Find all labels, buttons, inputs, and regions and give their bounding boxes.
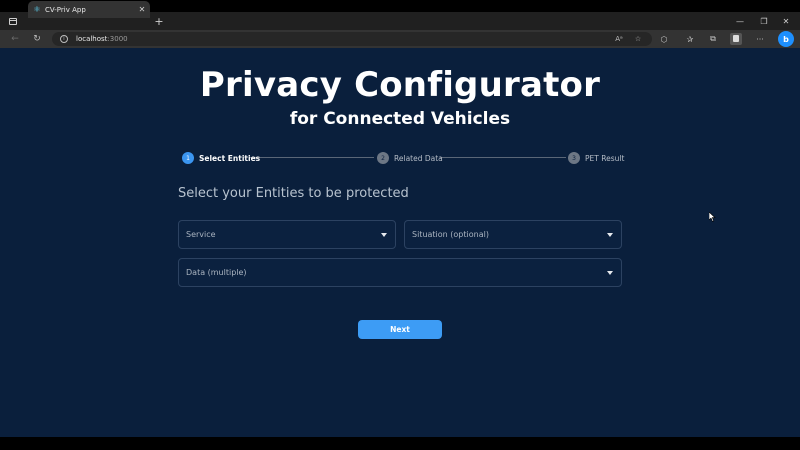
bing-icon[interactable]: b (778, 31, 794, 47)
situation-placeholder: Situation (optional) (412, 230, 489, 239)
page-title: Privacy Configurator (199, 65, 601, 105)
step-select-entities[interactable]: 1 Select Entities (182, 151, 260, 165)
tab-actions-icon[interactable] (0, 12, 26, 30)
step-related-data[interactable]: 2 Related Data (377, 151, 443, 165)
react-icon: ⚛ (33, 5, 41, 14)
data-placeholder: Data (multiple) (186, 268, 247, 277)
step-pet-result[interactable]: 3 PET Result (568, 151, 624, 165)
more-icon[interactable]: ··· (750, 30, 770, 48)
caret-down-icon (607, 232, 613, 237)
url-host: localhost (76, 35, 108, 43)
url-port: :3000 (107, 35, 128, 43)
extensions-icon[interactable]: ⬡ (654, 30, 674, 48)
new-tab-icon[interactable]: + (152, 12, 166, 30)
section-heading: Select your Entities to be protected (178, 186, 409, 201)
step-label: PET Result (585, 153, 625, 163)
service-placeholder: Service (186, 230, 216, 239)
page-subtitle: for Connected Vehicles (289, 109, 511, 129)
tab-title: CV-Priv App (45, 5, 86, 14)
step-number: 1 (182, 152, 194, 164)
favorites-icon[interactable]: ✰ (680, 30, 700, 48)
caret-down-icon (607, 270, 613, 275)
step-label: Select Entities (199, 153, 261, 163)
site-info-icon[interactable]: i (60, 35, 68, 43)
profile-icon[interactable] (730, 33, 742, 45)
caret-down-icon (381, 232, 387, 237)
add-favorite-icon[interactable]: ☆ (631, 32, 645, 46)
tab-close-icon[interactable]: ✕ (136, 5, 148, 14)
step-number: 3 (568, 152, 580, 164)
stepper: 1 Select Entities 2 Related Data 3 PET R… (182, 151, 624, 165)
letterbox-bottom (0, 437, 800, 450)
address-url[interactable]: localhost:3000 (76, 35, 376, 43)
window-close-icon[interactable]: ✕ (772, 12, 800, 30)
next-button[interactable]: Next (358, 320, 442, 339)
service-select[interactable]: Service (178, 220, 396, 249)
step-connector (440, 157, 566, 158)
collections-icon[interactable]: ⧉ (703, 30, 723, 48)
step-connector (250, 157, 374, 158)
back-icon[interactable]: ← (4, 30, 26, 48)
app-page: Privacy Configurator for Connected Vehic… (0, 48, 800, 437)
browser-tab[interactable]: ⚛ CV-Priv App ✕ (28, 1, 150, 18)
data-multi-select[interactable]: Data (multiple) (178, 258, 622, 287)
step-label: Related Data (394, 153, 443, 163)
step-number: 2 (377, 152, 389, 164)
read-aloud-icon[interactable]: Aᵃ (612, 32, 626, 46)
refresh-icon[interactable]: ↻ (26, 30, 48, 48)
address-bar[interactable]: i localhost:3000 (52, 32, 652, 46)
situation-select[interactable]: Situation (optional) (404, 220, 622, 249)
